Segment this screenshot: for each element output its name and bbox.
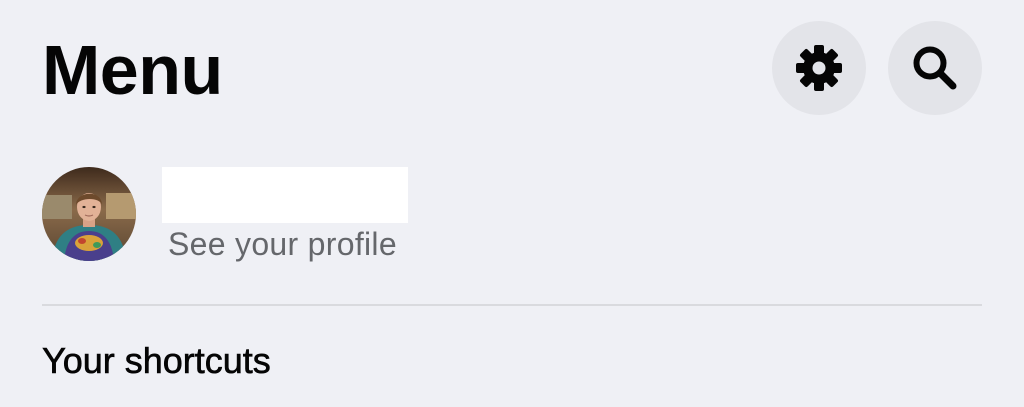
search-button[interactable] — [888, 21, 982, 115]
divider — [42, 304, 982, 306]
gear-icon — [796, 45, 842, 91]
see-profile-link[interactable]: See your profile — [168, 224, 397, 264]
settings-button[interactable] — [772, 21, 866, 115]
shortcuts-heading: Your shortcuts — [42, 340, 271, 382]
page-title: Menu — [42, 31, 223, 109]
profile-row[interactable]: See your profile — [42, 167, 982, 263]
avatar[interactable] — [42, 167, 136, 261]
search-icon — [913, 46, 957, 90]
profile-name[interactable] — [162, 167, 408, 223]
